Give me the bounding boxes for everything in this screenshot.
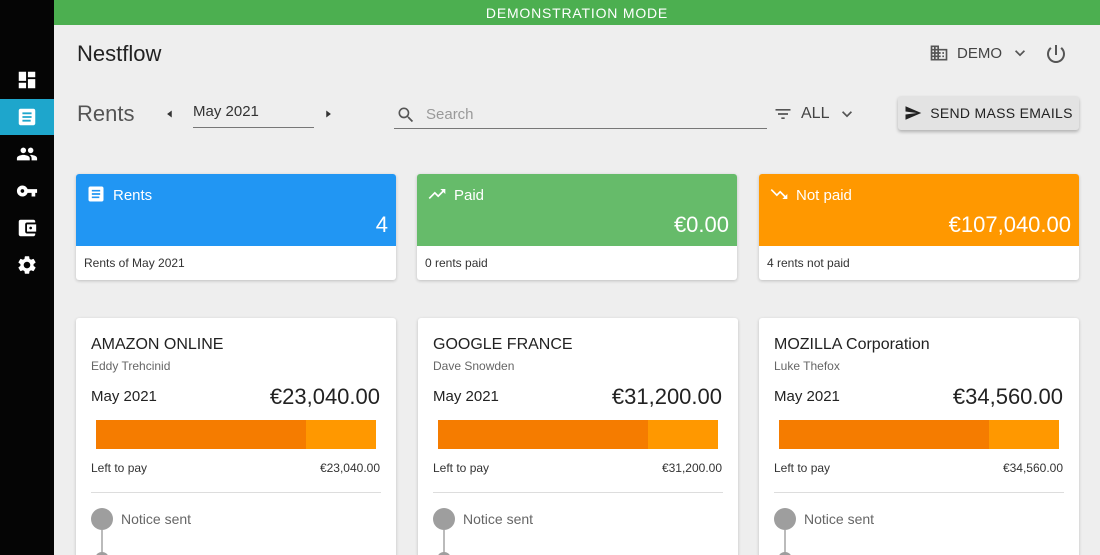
stat-footer: 0 rents paid [425, 256, 488, 270]
divider [774, 492, 1064, 493]
send-mass-emails-button[interactable]: SEND MASS EMAILS [898, 96, 1079, 130]
status-filter-label: ALL [801, 105, 830, 122]
send-mass-emails-label: SEND MASS EMAILS [930, 105, 1073, 121]
left-to-pay-value: €34,560.00 [1002, 461, 1063, 475]
search-input[interactable] [426, 106, 746, 123]
rent-amount: €23,040.00 [269, 384, 380, 409]
divider [433, 492, 723, 493]
sidebar-item-accounting[interactable] [0, 210, 54, 246]
stat-footer: Rents of May 2021 [84, 256, 185, 270]
month-picker[interactable]: May 2021 [193, 101, 314, 128]
receipt-icon [18, 108, 36, 126]
demo-mode-banner: DEMONSTRATION MODE [54, 0, 1100, 25]
search-icon [398, 107, 414, 122]
rent-card[interactable]: GOOGLE FRANCE Dave Snowden May 2021 €31,… [418, 318, 738, 555]
timeline-dot [774, 508, 796, 530]
left-to-pay-label: Left to pay [774, 461, 831, 475]
organization-select[interactable]: DEMO [929, 43, 1030, 63]
left-to-pay-label: Left to pay [91, 461, 148, 475]
receipt-icon [86, 184, 106, 204]
filter-list-icon [775, 109, 791, 119]
tenant-contact: Eddy Trehcinid [91, 359, 171, 373]
timeline-status: Notice sent [121, 511, 192, 527]
stat-card-not-paid: Not paid €107,040.00 4 rents not paid [759, 174, 1079, 280]
stat-card-rents: Rents 4 Rents of May 2021 [76, 174, 396, 280]
stat-value: €0.00 [673, 212, 729, 237]
rent-card[interactable]: AMAZON ONLINE Eddy Trehcinid May 2021 €2… [76, 318, 396, 555]
sidebar-item-settings[interactable] [0, 247, 54, 283]
people-icon [16, 147, 38, 161]
payment-progress-fill [96, 420, 306, 449]
rent-month: May 2021 [433, 388, 499, 405]
stat-label: Paid [454, 187, 485, 204]
send-icon [905, 106, 922, 120]
tenant-name: MOZILLA Corporation [774, 336, 930, 353]
sidebar [0, 0, 54, 555]
left-to-pay-value: €31,200.00 [661, 461, 722, 475]
caret-left-icon [167, 110, 172, 118]
sidebar-item-tenants[interactable] [0, 136, 54, 172]
timeline-dot [91, 508, 113, 530]
stat-card-header: Rents 4 [76, 174, 396, 246]
rent-month: May 2021 [91, 388, 157, 405]
caret-right-icon [326, 110, 331, 118]
tenant-name: AMAZON ONLINE [91, 336, 224, 353]
page-title: Rents [77, 101, 135, 126]
rent-card[interactable]: MOZILLA Corporation Luke Thefox May 2021… [759, 318, 1079, 555]
rent-month: May 2021 [774, 388, 840, 405]
chevron-down-icon [1015, 50, 1025, 57]
tenant-contact: Dave Snowden [433, 359, 515, 373]
chevron-down-icon [842, 111, 853, 118]
stat-card-header: Not paid €107,040.00 [759, 174, 1079, 246]
dashboard-icon [18, 71, 36, 89]
payment-progress-fill [438, 420, 648, 449]
trending-down-icon [769, 184, 789, 204]
sidebar-item-rents[interactable] [0, 99, 54, 135]
payment-progress-fill [779, 420, 989, 449]
payment-progress-bar [438, 420, 718, 449]
left-to-pay-label: Left to pay [433, 461, 490, 475]
payment-progress-bar [96, 420, 376, 449]
wallet-icon [18, 219, 37, 237]
tenant-name: GOOGLE FRANCE [433, 336, 573, 353]
divider [91, 492, 381, 493]
tenant-contact: Luke Thefox [774, 359, 840, 373]
gear-icon [18, 256, 36, 274]
timeline-status: Notice sent [463, 511, 534, 527]
next-month-button[interactable] [321, 107, 335, 121]
sidebar-item-dashboard[interactable] [0, 62, 54, 98]
stat-label: Not paid [796, 187, 852, 204]
search-field [394, 101, 767, 129]
power-icon [1047, 45, 1065, 63]
previous-month-button[interactable] [163, 107, 177, 121]
stat-value: 4 [375, 212, 388, 237]
organization-name: DEMO [957, 44, 1002, 62]
timeline-dot [433, 508, 455, 530]
stat-card-header: Paid €0.00 [417, 174, 737, 246]
building-icon [930, 45, 948, 61]
left-to-pay-value: €23,040.00 [319, 461, 380, 475]
stat-value: €107,040.00 [948, 212, 1071, 237]
stat-footer: 4 rents not paid [767, 256, 850, 270]
timeline-status: Notice sent [804, 511, 875, 527]
rent-amount: €34,560.00 [952, 384, 1063, 409]
sign-out-button[interactable] [1044, 42, 1068, 66]
sidebar-item-properties[interactable] [0, 173, 54, 209]
payment-progress-bar [779, 420, 1059, 449]
rent-amount: €31,200.00 [611, 384, 722, 409]
key-icon [16, 185, 38, 197]
stat-card-paid: Paid €0.00 0 rents paid [417, 174, 737, 280]
app-title: Nestflow [77, 41, 162, 66]
status-filter-select[interactable]: ALL [773, 104, 857, 124]
trending-up-icon [427, 184, 447, 204]
stat-label: Rents [113, 187, 153, 204]
